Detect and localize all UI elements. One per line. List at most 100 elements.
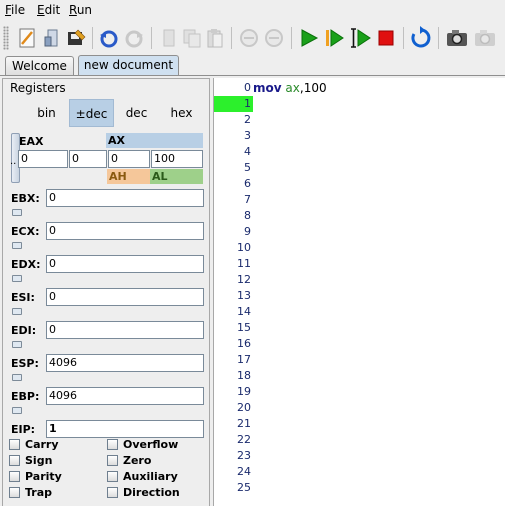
- copy-icon[interactable]: [180, 26, 204, 50]
- esi-expand-button[interactable]: [12, 308, 22, 315]
- flag-carry-checkbox[interactable]: [9, 439, 20, 450]
- open-file-icon[interactable]: [40, 26, 64, 50]
- line-number[interactable]: 11: [214, 256, 253, 272]
- camera-icon[interactable]: [445, 26, 469, 50]
- code-editor[interactable]: 0 1 2 3 4 5 6 7 8 9 10 11 12 13 14 15 16 17 18 19 20 21 22 23 24…: [213, 78, 505, 506]
- save-file-icon[interactable]: [64, 26, 88, 50]
- registers-panel: Registers bin ±dec dec hex .. EAX AX 0 0…: [2, 78, 210, 506]
- flag-sign-checkbox[interactable]: [9, 455, 20, 466]
- line-number[interactable]: 7: [214, 192, 253, 208]
- line-number[interactable]: 3: [214, 128, 253, 144]
- step-icon[interactable]: [322, 26, 346, 50]
- run-to-cursor-icon[interactable]: [348, 26, 372, 50]
- menu-file[interactable]: File: [5, 3, 25, 17]
- ah-field[interactable]: 0: [108, 150, 150, 168]
- esp-label: ESP:: [11, 357, 39, 370]
- line-number[interactable]: 17: [214, 352, 253, 368]
- esi-field[interactable]: 0: [46, 288, 204, 306]
- line-number[interactable]: 12: [214, 272, 253, 288]
- code-operand-register: ax: [285, 81, 300, 95]
- paste-icon[interactable]: [203, 26, 227, 50]
- code-operand-immediate: 100: [303, 81, 327, 95]
- format-hex-button[interactable]: hex: [159, 99, 204, 127]
- flag-zero-label: Zero: [123, 454, 152, 467]
- toolbar-separator: [403, 27, 404, 49]
- format-dec-button[interactable]: dec: [114, 99, 159, 127]
- line-number[interactable]: 14: [214, 304, 253, 320]
- format-bin-button[interactable]: bin: [24, 99, 69, 127]
- toolbar-separator: [151, 27, 152, 49]
- flag-direction-checkbox[interactable]: [107, 487, 118, 498]
- line-number[interactable]: 1: [214, 96, 253, 112]
- line-number[interactable]: 0: [214, 80, 253, 96]
- line-number[interactable]: 8: [214, 208, 253, 224]
- ebx-field[interactable]: 0: [46, 189, 204, 207]
- ecx-expand-button[interactable]: [12, 242, 22, 249]
- redo-icon[interactable]: [122, 26, 146, 50]
- toolbar: [0, 22, 505, 54]
- line-number[interactable]: 23: [214, 448, 253, 464]
- edi-label: EDI:: [11, 324, 37, 337]
- esi-label: ESI:: [11, 291, 35, 304]
- eax-high-word-field[interactable]: 0: [18, 150, 68, 168]
- line-number[interactable]: 6: [214, 176, 253, 192]
- toolbar-separator: [92, 27, 93, 49]
- code-line-0[interactable]: mov ax,100: [253, 80, 327, 96]
- edx-field[interactable]: 0: [46, 255, 204, 273]
- line-number[interactable]: 25: [214, 480, 253, 496]
- line-number[interactable]: 15: [214, 320, 253, 336]
- flag-zero-checkbox[interactable]: [107, 455, 118, 466]
- al-field[interactable]: 100: [151, 150, 203, 168]
- al-band: AL: [150, 169, 203, 184]
- line-number[interactable]: 2: [214, 112, 253, 128]
- format-signed-dec-button[interactable]: ±dec: [69, 99, 114, 127]
- line-number[interactable]: 5: [214, 160, 253, 176]
- line-number[interactable]: 21: [214, 416, 253, 432]
- edx-expand-button[interactable]: [12, 275, 22, 282]
- step-back-icon[interactable]: [237, 26, 261, 50]
- ecx-field[interactable]: 0: [46, 222, 204, 240]
- flag-parity-checkbox[interactable]: [9, 471, 20, 482]
- menu-run[interactable]: Run: [69, 3, 92, 17]
- edi-field[interactable]: 0: [46, 321, 204, 339]
- camera-disabled-icon[interactable]: [473, 26, 497, 50]
- esp-field[interactable]: 4096: [46, 354, 204, 372]
- flag-overflow-checkbox[interactable]: [107, 439, 118, 450]
- eip-field[interactable]: 1: [46, 420, 204, 438]
- menu-edit[interactable]: Edit: [37, 3, 60, 17]
- line-number[interactable]: 22: [214, 432, 253, 448]
- stop-icon[interactable]: [374, 26, 398, 50]
- tab-new-document[interactable]: new document: [78, 55, 179, 76]
- line-number[interactable]: 16: [214, 336, 253, 352]
- ebx-expand-button[interactable]: [12, 209, 22, 216]
- cut-icon[interactable]: [157, 26, 181, 50]
- line-number[interactable]: 10: [214, 240, 253, 256]
- line-number[interactable]: 18: [214, 368, 253, 384]
- line-number[interactable]: 13: [214, 288, 253, 304]
- ebp-expand-button[interactable]: [12, 407, 22, 414]
- line-number-gutter[interactable]: 0 1 2 3 4 5 6 7 8 9 10 11 12 13 14 15 16 17 18 19 20 21 22 23 24…: [214, 78, 253, 506]
- code-mnemonic: mov: [253, 81, 282, 95]
- line-number[interactable]: 9: [214, 224, 253, 240]
- line-number[interactable]: 19: [214, 384, 253, 400]
- flag-auxiliary-checkbox[interactable]: [107, 471, 118, 482]
- step-forward-icon[interactable]: [262, 26, 286, 50]
- ebp-label: EBP:: [11, 390, 40, 403]
- edi-expand-button[interactable]: [12, 341, 22, 348]
- eax-more-dots[interactable]: ..: [10, 156, 16, 167]
- toolbar-separator: [438, 27, 439, 49]
- flag-carry-label: Carry: [25, 438, 59, 451]
- ebp-field[interactable]: 4096: [46, 387, 204, 405]
- line-number[interactable]: 20: [214, 400, 253, 416]
- run-icon[interactable]: [297, 26, 321, 50]
- esp-expand-button[interactable]: [12, 374, 22, 381]
- undo-icon[interactable]: [97, 26, 121, 50]
- reset-icon[interactable]: [409, 26, 433, 50]
- eax-byte2-field[interactable]: 0: [69, 150, 107, 168]
- line-number[interactable]: 24: [214, 464, 253, 480]
- flag-trap-checkbox[interactable]: [9, 487, 20, 498]
- toolbar-grip[interactable]: [3, 26, 9, 50]
- line-number[interactable]: 4: [214, 144, 253, 160]
- tab-welcome[interactable]: Welcome: [5, 56, 74, 76]
- new-file-icon[interactable]: [15, 26, 39, 50]
